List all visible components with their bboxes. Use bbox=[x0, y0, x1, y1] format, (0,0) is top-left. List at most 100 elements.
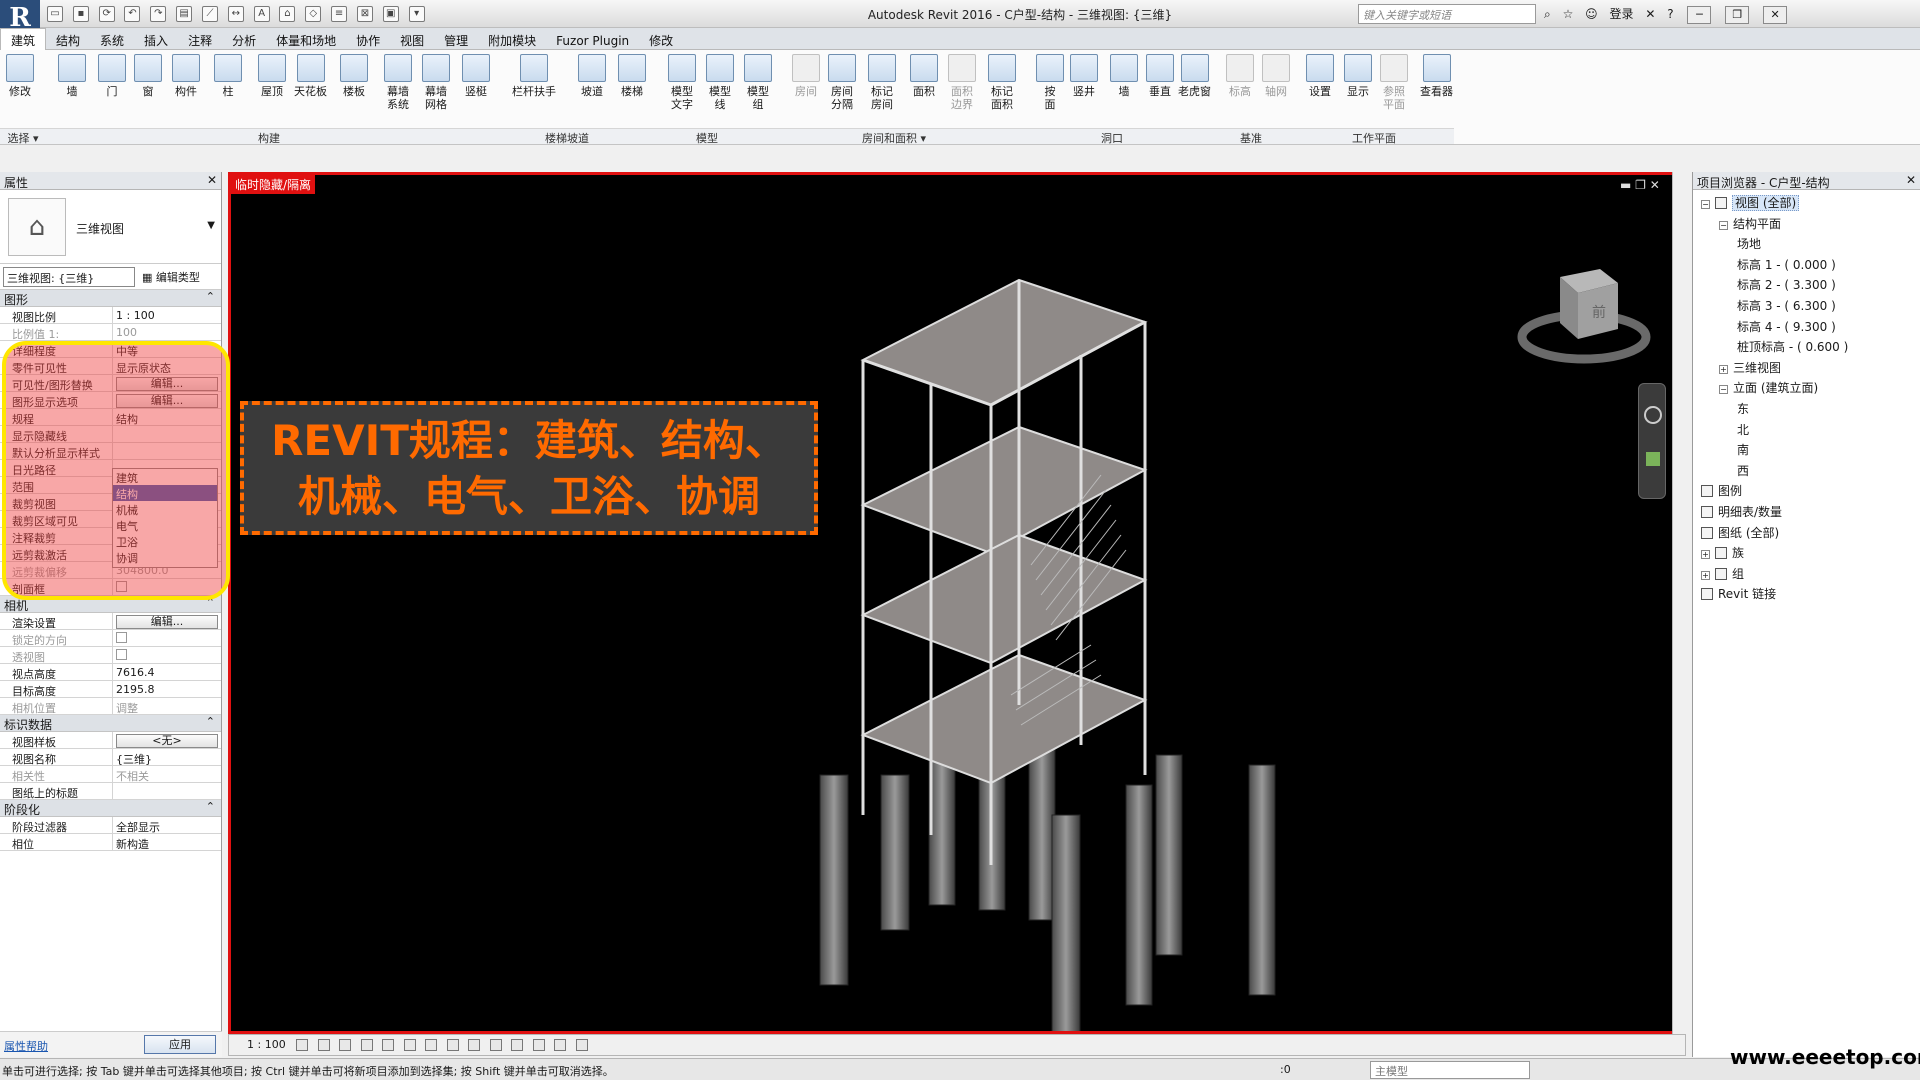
ribbon-button-23[interactable]: 标记 面积 bbox=[988, 54, 1016, 111]
exchange-apps-icon[interactable]: ✕ bbox=[1645, 7, 1655, 21]
ribbon-panel-label[interactable]: 洞口 bbox=[1016, 128, 1208, 145]
ribbon-button-12[interactable]: 栏杆扶手 bbox=[512, 54, 556, 98]
crop-view-icon[interactable] bbox=[403, 1039, 416, 1051]
viewcube[interactable]: 前 bbox=[1514, 255, 1654, 375]
ribbon-panel-label[interactable]: 房间和面积 ▾ bbox=[772, 128, 1016, 145]
browser-tree-item[interactable]: 标高 1 - ( 0.000 ) bbox=[1737, 256, 1836, 273]
ribbon-button-2[interactable]: 门 bbox=[98, 54, 126, 98]
restore-view-icon[interactable]: ❐ bbox=[1635, 178, 1646, 192]
measure-icon[interactable]: ⟋ bbox=[201, 6, 218, 22]
browser-tree-item[interactable]: + 三维视图 bbox=[1719, 359, 1781, 376]
undo-icon[interactable]: ↶ bbox=[124, 6, 141, 22]
browser-tree-item[interactable]: 场地 bbox=[1737, 235, 1761, 252]
apply-button[interactable]: 应用 bbox=[144, 1035, 216, 1054]
ribbon-panel-label[interactable]: 模型 bbox=[642, 128, 772, 145]
property-value[interactable]: 新构造 bbox=[112, 834, 218, 850]
user-icon[interactable]: ☺ bbox=[1585, 7, 1598, 21]
ribbon-button-22[interactable]: 面积 边界 bbox=[948, 54, 976, 111]
property-edit-button[interactable]: <无> bbox=[116, 734, 218, 748]
ribbon-button-5[interactable]: 柱 bbox=[214, 54, 242, 98]
temp-view-props-icon[interactable] bbox=[511, 1039, 523, 1051]
ribbon-button-13[interactable]: 坡道 bbox=[578, 54, 606, 98]
help-icon[interactable]: ? bbox=[1667, 7, 1673, 21]
highlight-displacement-icon[interactable] bbox=[554, 1039, 566, 1051]
sync-icon[interactable]: ⟳ bbox=[98, 6, 115, 22]
ribbon-button-21[interactable]: 面积 bbox=[910, 54, 938, 98]
ribbon-button-26[interactable]: 墙 bbox=[1110, 54, 1138, 98]
ribbon-button-32[interactable]: 显示 bbox=[1344, 54, 1372, 98]
ribbon-button-8[interactable]: 楼板 bbox=[340, 54, 368, 98]
zoom-icon[interactable] bbox=[1646, 452, 1660, 466]
ribbon-button-29[interactable]: 标高 bbox=[1226, 54, 1254, 98]
viewport-vertical-scrollbar[interactable] bbox=[1672, 172, 1686, 1034]
minimize-button[interactable]: ─ bbox=[1687, 6, 1712, 24]
ribbon-button-1[interactable]: 墙 bbox=[58, 54, 86, 98]
expand-icon[interactable]: + bbox=[1701, 570, 1710, 580]
property-group-header[interactable]: 阶段化 ⌃ bbox=[0, 800, 221, 817]
tab-0[interactable]: 建筑 bbox=[0, 28, 47, 50]
browser-tree-item[interactable]: 明细表/数量 bbox=[1701, 503, 1782, 520]
property-value[interactable]: 7616.4 bbox=[112, 664, 218, 680]
minimize-view-icon[interactable]: ▬ bbox=[1620, 178, 1631, 192]
ribbon-button-28[interactable]: 老虎窗 bbox=[1178, 54, 1211, 98]
close-button[interactable]: ✕ bbox=[1763, 6, 1788, 24]
chevron-down-icon[interactable]: ▼ bbox=[207, 220, 215, 231]
customize-qa-icon[interactable]: ▾ bbox=[408, 6, 425, 22]
ribbon-button-27[interactable]: 垂直 bbox=[1146, 54, 1174, 98]
ribbon-button-31[interactable]: 设置 bbox=[1306, 54, 1334, 98]
tab-10[interactable]: 附加模块 bbox=[478, 29, 546, 51]
show-crop-icon[interactable] bbox=[425, 1039, 437, 1051]
ribbon-button-19[interactable]: 房间 分隔 bbox=[828, 54, 856, 111]
ribbon-button-11[interactable]: 竖梃 bbox=[462, 54, 490, 98]
browser-tree-item[interactable]: Revit 链接 bbox=[1701, 585, 1776, 602]
ribbon-button-17[interactable]: 模型 组 bbox=[744, 54, 772, 111]
property-edit-button[interactable]: 编辑... bbox=[116, 615, 218, 629]
ribbon-button-25[interactable]: 竖井 bbox=[1070, 54, 1098, 98]
open-icon[interactable]: ▭ bbox=[47, 6, 63, 22]
tab-4[interactable]: 注释 bbox=[178, 29, 222, 51]
print-icon[interactable]: ▤ bbox=[176, 6, 193, 22]
render-icon[interactable] bbox=[382, 1039, 394, 1051]
browser-tree-item[interactable]: 西 bbox=[1737, 462, 1749, 479]
analytical-model-icon[interactable] bbox=[532, 1039, 545, 1051]
ribbon-panel-label[interactable]: 选择 ▾ bbox=[0, 128, 46, 145]
close-view-icon[interactable]: ✕ bbox=[1650, 178, 1660, 192]
property-value[interactable]: 编辑... bbox=[112, 613, 218, 629]
type-selector[interactable]: ⌂ 三维视图 ▼ bbox=[0, 190, 221, 264]
ribbon-button-15[interactable]: 模型 文字 bbox=[668, 54, 696, 111]
property-value[interactable]: {三维} bbox=[112, 749, 218, 765]
property-value[interactable]: 调整 bbox=[112, 698, 218, 714]
visual-style-icon[interactable] bbox=[317, 1039, 330, 1051]
ribbon-panel-label[interactable]: 楼梯坡道 bbox=[492, 128, 642, 145]
ribbon-panel-label[interactable]: 工作平面 bbox=[1294, 128, 1454, 145]
chevron-up-icon[interactable]: ⌃ bbox=[206, 800, 215, 813]
tab-9[interactable]: 管理 bbox=[434, 29, 478, 51]
binoculars-icon[interactable]: ⌕ bbox=[1544, 7, 1551, 21]
browser-tree-item[interactable]: − 结构平面 bbox=[1719, 215, 1781, 232]
tab-12[interactable]: 修改 bbox=[639, 29, 683, 51]
browser-tree-item[interactable]: 标高 3 - ( 6.300 ) bbox=[1737, 297, 1836, 314]
property-value[interactable]: <无> bbox=[112, 732, 218, 748]
property-checkbox[interactable] bbox=[116, 649, 127, 660]
ribbon-button-10[interactable]: 幕墙 网格 bbox=[422, 54, 450, 111]
reveal-constraints-icon[interactable] bbox=[575, 1039, 588, 1051]
tab-8[interactable]: 视图 bbox=[390, 29, 434, 51]
section-icon[interactable]: ◇ bbox=[305, 6, 322, 22]
tab-1[interactable]: 结构 bbox=[46, 29, 90, 51]
ribbon-button-9[interactable]: 幕墙 系统 bbox=[384, 54, 412, 111]
expand-icon[interactable]: + bbox=[1701, 550, 1710, 560]
browser-tree-item[interactable]: 桩顶标高 - ( 0.600 ) bbox=[1737, 338, 1848, 355]
tab-6[interactable]: 体量和场地 bbox=[266, 29, 346, 51]
browser-tree-item[interactable]: 北 bbox=[1737, 421, 1749, 438]
close-hidden-icon[interactable]: ⊠ bbox=[356, 6, 373, 22]
close-icon[interactable]: ✕ bbox=[207, 173, 217, 187]
save-icon[interactable]: ▪ bbox=[72, 6, 89, 22]
ribbon-button-34[interactable]: 查看器 bbox=[1420, 54, 1453, 98]
edit-type-button[interactable]: ▦ 编辑类型 bbox=[142, 269, 200, 285]
chevron-up-icon[interactable]: ⌃ bbox=[206, 715, 215, 728]
steering-wheel-icon[interactable] bbox=[1644, 406, 1662, 424]
redo-icon[interactable]: ↷ bbox=[150, 6, 167, 22]
property-checkbox[interactable] bbox=[116, 632, 127, 643]
view-scale[interactable]: 1 : 100 bbox=[247, 1038, 286, 1051]
ribbon-button-20[interactable]: 标记 房间 bbox=[868, 54, 896, 111]
